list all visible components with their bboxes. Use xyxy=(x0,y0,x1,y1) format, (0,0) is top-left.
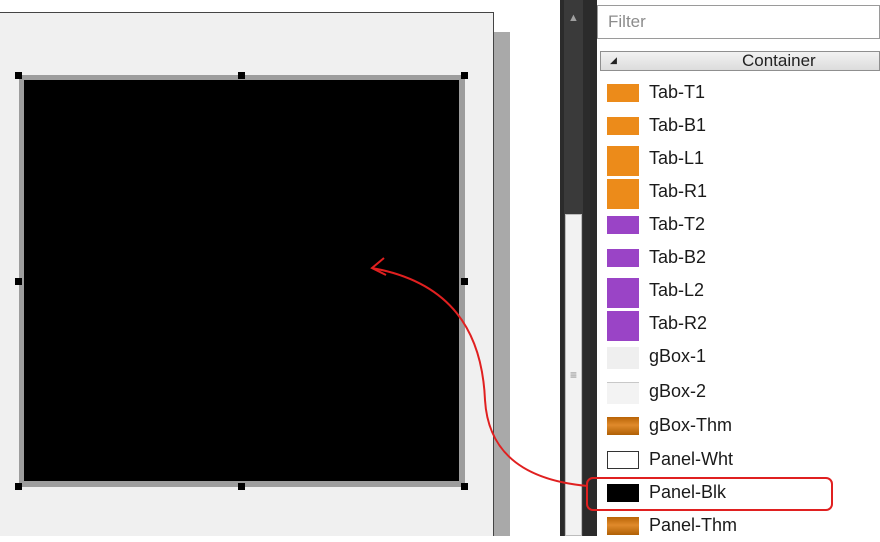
arrow-head-icon xyxy=(370,257,387,276)
drag-arrow-annotation xyxy=(370,257,589,487)
arrow-curve xyxy=(371,267,589,487)
